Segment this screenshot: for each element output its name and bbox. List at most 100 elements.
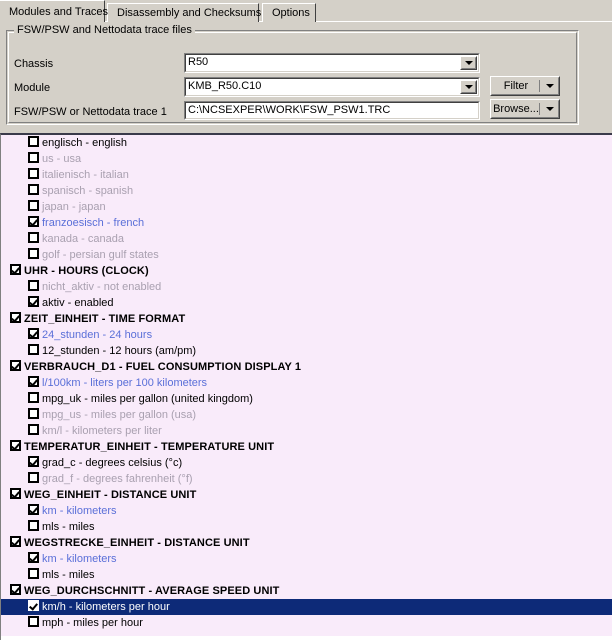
checkbox-checked-icon[interactable] [28,216,39,227]
checkbox-unchecked-icon[interactable] [28,168,39,179]
option-group-row[interactable]: WEG_EINHEIT - DISTANCE UNIT [1,487,612,503]
option-label: grad_c - degrees celsius (°c) [42,457,183,469]
chevron-down-icon[interactable] [460,56,477,70]
option-label: mph - miles per hour [42,617,143,629]
trace-path-value: C:\NCSEXPER\WORK\FSW_PSW1.TRC [188,104,391,116]
option-group-row[interactable]: TEMPERATUR_EINHEIT - TEMPERATURE UNIT [1,439,612,455]
option-group-row[interactable]: VERBRAUCH_D1 - FUEL CONSUMPTION DISPLAY … [1,359,612,375]
checkbox-checked-icon[interactable] [10,488,21,499]
option-label: spanisch - spanish [42,185,134,197]
option-row[interactable]: l/100km - liters per 100 kilometers [1,375,612,391]
filter-button[interactable]: Filter [490,76,560,96]
filter-button-label: Filter [503,80,529,92]
option-row[interactable]: kanada - canada [1,231,612,247]
option-row[interactable]: mls - miles [1,567,612,583]
checkbox-checked-icon[interactable] [10,440,21,451]
option-label: mls - miles [42,569,95,581]
checkbox-unchecked-icon[interactable] [28,424,39,435]
option-label: franzoesisch - french [42,217,145,229]
chevron-down-icon[interactable] [546,84,554,88]
checkbox-checked-icon[interactable] [10,360,21,371]
checkbox-checked-icon[interactable] [10,584,21,595]
option-row[interactable]: km - kilometers [1,551,612,567]
checkbox-checked-icon[interactable] [10,536,21,547]
checkbox-checked-icon[interactable] [28,296,39,307]
option-row[interactable]: us - usa [1,151,612,167]
option-group-row[interactable]: ZEIT_EINHEIT - TIME FORMAT [1,311,612,327]
option-row[interactable]: nicht_aktiv - not enabled [1,279,612,295]
browse-button-label: Browse... [493,103,539,115]
option-label: japan - japan [42,201,106,213]
checkbox-checked-icon[interactable] [28,376,39,387]
option-label: aktiv - enabled [42,297,114,309]
option-label: km/h - kilometers per hour [42,601,170,613]
option-row[interactable]: mph - miles per hour [1,615,612,631]
chevron-down-icon[interactable] [460,80,477,94]
tab-disassembly-and-checksums[interactable]: Disassembly and Checksums [107,3,262,22]
browse-button[interactable]: Browse... [490,99,560,119]
trace-files-panel: FSW/PSW and Nettodata trace files Chassi… [0,22,612,133]
option-row[interactable]: italienisch - italian [1,167,612,183]
tab-label: Modules and Traces [9,6,109,18]
checkbox-unchecked-icon[interactable] [28,232,39,243]
checkbox-unchecked-icon[interactable] [28,568,39,579]
option-label: mls - miles [42,521,95,533]
option-row[interactable]: 24_stunden - 24 hours [1,327,612,343]
checkbox-checked-icon[interactable] [28,600,39,611]
checkbox-unchecked-icon[interactable] [28,184,39,195]
option-label: TEMPERATUR_EINHEIT - TEMPERATURE UNIT [24,441,275,453]
option-row[interactable]: golf - persian gulf states [1,247,612,263]
checkbox-unchecked-icon[interactable] [28,280,39,291]
checkbox-unchecked-icon[interactable] [28,200,39,211]
option-label: km - kilometers [42,553,117,565]
chassis-combo[interactable]: R50 [184,53,480,73]
option-row[interactable]: englisch - english [1,135,612,151]
chevron-down-icon[interactable] [546,107,554,111]
option-group-row[interactable]: WEGSTRECKE_EINHEIT - DISTANCE UNIT [1,535,612,551]
checkbox-checked-icon[interactable] [10,264,21,275]
module-label: Module [14,82,51,94]
option-row[interactable]: mpg_us - miles per gallon (usa) [1,407,612,423]
option-row[interactable]: km/h - kilometers per hour [1,599,612,615]
checkbox-unchecked-icon[interactable] [28,248,39,259]
trace-path-input[interactable]: C:\NCSEXPER\WORK\FSW_PSW1.TRC [184,101,480,120]
checkbox-unchecked-icon[interactable] [28,392,39,403]
option-label: WEGSTRECKE_EINHEIT - DISTANCE UNIT [24,537,250,549]
checkbox-checked-icon[interactable] [28,328,39,339]
chassis-value: R50 [188,56,209,68]
option-row[interactable]: grad_c - degrees celsius (°c) [1,455,612,471]
checkbox-unchecked-icon[interactable] [28,344,39,355]
checkbox-unchecked-icon[interactable] [28,408,39,419]
option-group-row[interactable]: WEG_DURCHSCHNITT - AVERAGE SPEED UNIT [1,583,612,599]
tab-strip: Modules and Traces Disassembly and Check… [0,0,612,22]
option-row[interactable]: spanisch - spanish [1,183,612,199]
option-row[interactable]: mls - miles [1,519,612,535]
option-label: WEG_DURCHSCHNITT - AVERAGE SPEED UNIT [24,585,280,597]
tab-modules-and-traces[interactable]: Modules and Traces [0,0,109,22]
option-label: l/100km - liters per 100 kilometers [42,377,208,389]
option-row[interactable]: grad_f - degrees fahrenheit (°f) [1,471,612,487]
tab-options[interactable]: Options [262,3,316,22]
coding-options-list[interactable]: englisch - english us - usa italienisch - … [0,133,612,636]
option-label: golf - persian gulf states [42,249,159,261]
checkbox-unchecked-icon[interactable] [28,472,39,483]
checkbox-checked-icon[interactable] [28,456,39,467]
checkbox-unchecked-icon[interactable] [28,616,39,627]
checkbox-checked-icon[interactable] [10,312,21,323]
tab-label: Disassembly and Checksums [117,7,262,19]
checkbox-unchecked-icon[interactable] [28,520,39,531]
module-combo[interactable]: KMB_R50.C10 [184,77,480,97]
option-row[interactable]: 12_stunden - 12 hours (am/pm) [1,343,612,359]
checkbox-unchecked-icon[interactable] [28,136,39,147]
option-row[interactable]: km - kilometers [1,503,612,519]
option-row[interactable]: japan - japan [1,199,612,215]
option-group-row[interactable]: UHR - HOURS (CLOCK) [1,263,612,279]
checkbox-unchecked-icon[interactable] [28,152,39,163]
option-row[interactable]: km/l - kilometers per liter [1,423,612,439]
option-row[interactable]: mpg_uk - miles per gallon (united kingdo… [1,391,612,407]
checkbox-checked-icon[interactable] [28,504,39,515]
option-row[interactable]: aktiv - enabled [1,295,612,311]
option-row[interactable]: franzoesisch - french [1,215,612,231]
bottom-strip [0,636,612,640]
checkbox-checked-icon[interactable] [28,552,39,563]
